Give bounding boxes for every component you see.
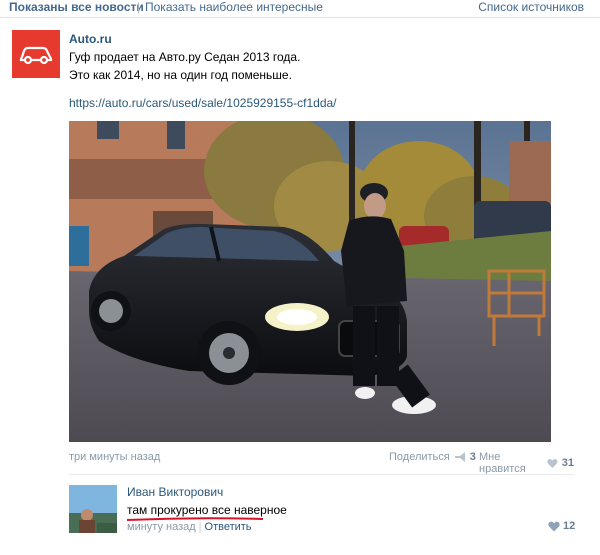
comment-author[interactable]: Иван Викторович: [127, 485, 223, 499]
like-button[interactable]: Мне нравится 31: [479, 451, 574, 475]
share-button[interactable]: Поделиться 3: [389, 451, 476, 463]
sources-list-link[interactable]: Список источников: [478, 0, 584, 14]
like-label: Мне нравится: [479, 451, 526, 475]
feed-header: Показаны все новости | Показать наиболее…: [0, 0, 600, 18]
post-time[interactable]: три минуты назад: [69, 451, 160, 463]
share-count: 3: [469, 451, 476, 463]
photo-image: [69, 121, 551, 442]
comment-text: там прокурено все наверное: [127, 503, 287, 517]
car-icon: [19, 46, 53, 65]
post-text: Гуф продает на Авто.ру Седан 2013 года. …: [69, 48, 300, 84]
comment-divider: [69, 474, 574, 475]
comment-like-count: 12: [563, 520, 576, 532]
post-text-line: Гуф продает на Авто.ру Седан 2013 года.: [69, 50, 301, 64]
megaphone-icon: [454, 452, 465, 462]
comment-time[interactable]: минуту назад: [127, 521, 196, 533]
reply-button[interactable]: Ответить: [205, 521, 252, 533]
comment-meta: минуту назад | Ответить: [127, 521, 252, 533]
post-author-name[interactable]: Auto.ru: [69, 32, 112, 46]
post-photo[interactable]: [69, 121, 551, 442]
post-link[interactable]: https://auto.ru/cars/used/sale/102592915…: [69, 96, 337, 110]
heart-icon: [547, 458, 558, 468]
heart-icon: [548, 521, 560, 531]
share-label: Поделиться: [389, 451, 450, 463]
comment-meta-separator: |: [198, 521, 202, 533]
comment-like-button[interactable]: 12: [548, 520, 575, 532]
post-meta: три минуты назад Поделиться 3 Мне нравит…: [69, 451, 574, 475]
post-text-line: Это как 2014, но на один год поменьше.: [69, 68, 292, 82]
tab-all-news[interactable]: Показаны все новости: [9, 0, 144, 14]
avatar-image: [69, 485, 117, 533]
like-count: 31: [561, 457, 574, 469]
comment-avatar[interactable]: [69, 485, 117, 533]
post-author-avatar[interactable]: [12, 30, 60, 78]
tab-most-interesting[interactable]: Показать наиболее интересные: [145, 0, 323, 14]
tab-separator: |: [137, 0, 141, 14]
